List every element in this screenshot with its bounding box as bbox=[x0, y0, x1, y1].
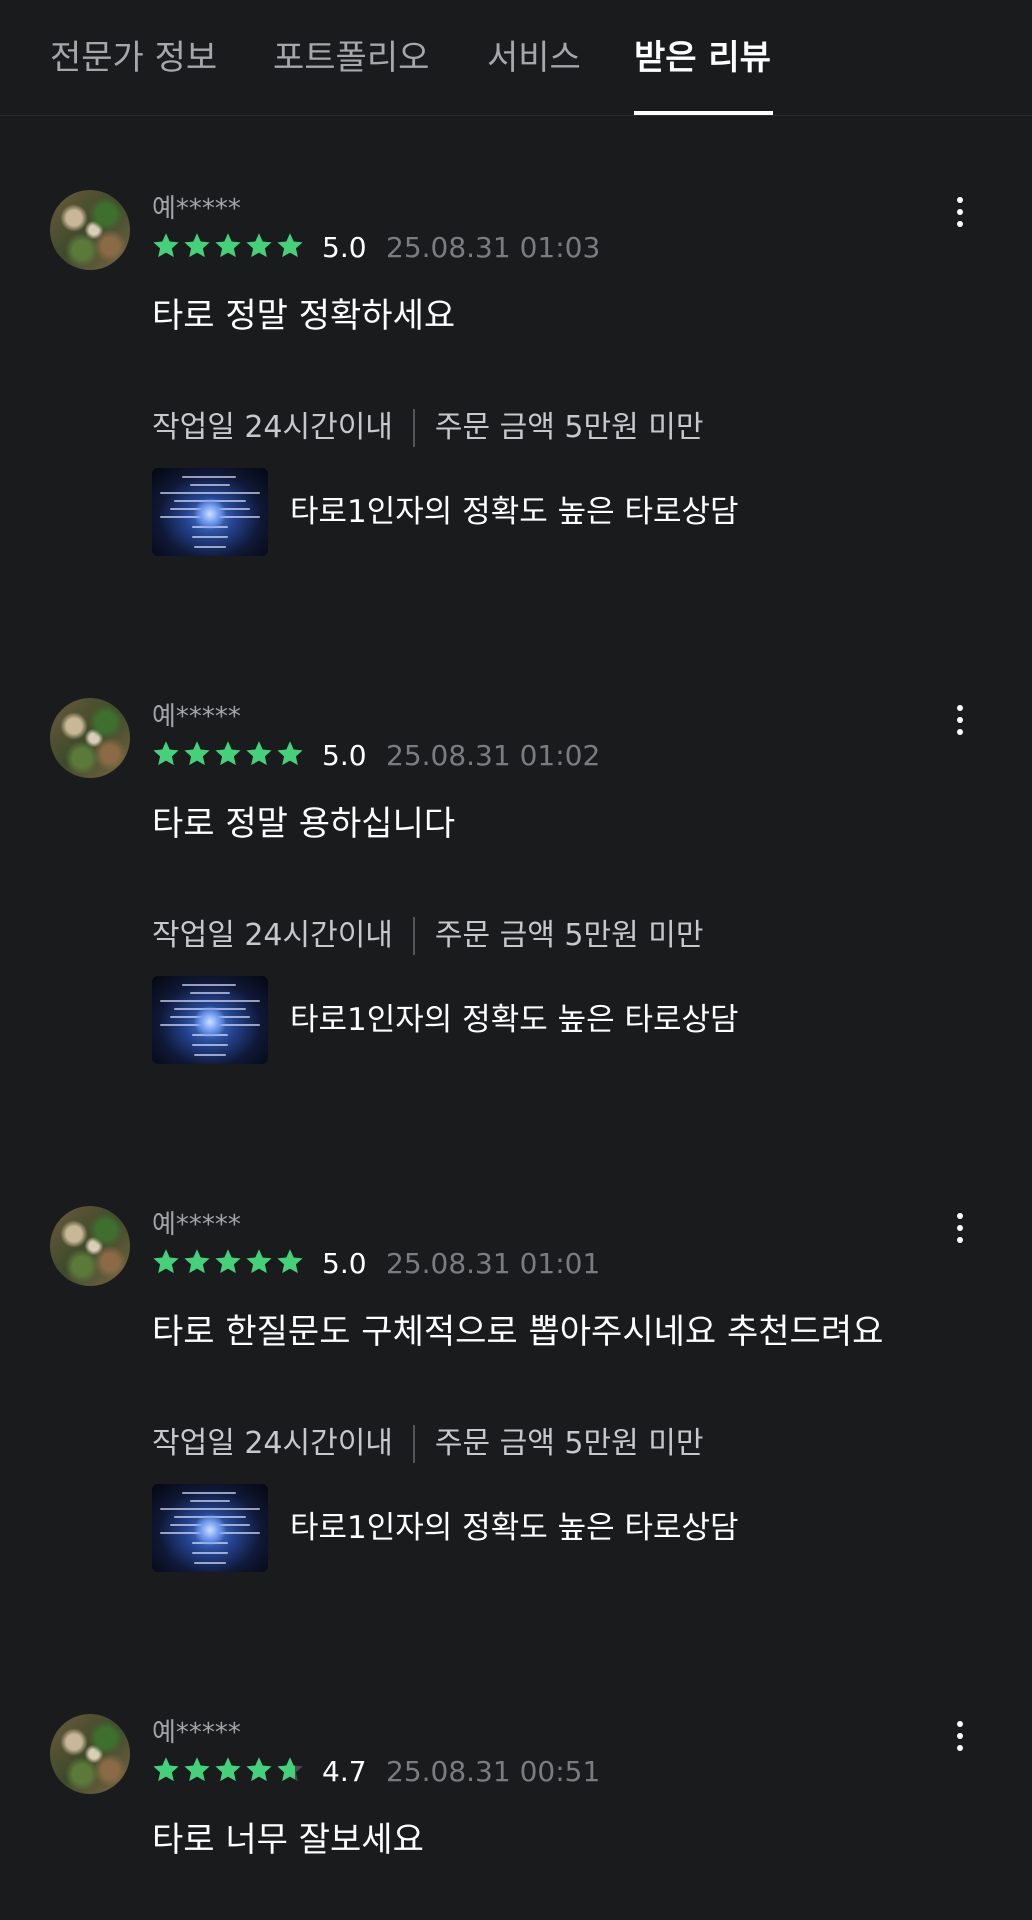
rating-value: 5.0 bbox=[322, 231, 367, 264]
review-meta: 작업일 24시간이내 주문 금액 5만원 미만 bbox=[152, 1424, 703, 1464]
reviewer-name: 예***** bbox=[152, 1718, 241, 1748]
more-options-icon[interactable] bbox=[940, 1208, 980, 1260]
star-icon bbox=[244, 1247, 274, 1277]
service-title: 타로1인자의 정확도 높은 타로상담 bbox=[290, 1002, 739, 1038]
review-date: 25.08.31 01:02 bbox=[386, 739, 601, 772]
review-meta: 작업일 24시간이내 주문 금액 5만원 미만 bbox=[152, 916, 703, 956]
review-date: 25.08.31 01:03 bbox=[386, 231, 601, 264]
avatar[interactable] bbox=[50, 698, 130, 778]
star-icon bbox=[275, 231, 305, 261]
more-options-icon[interactable] bbox=[940, 192, 980, 244]
more-options-icon[interactable] bbox=[940, 700, 980, 752]
review-content: 타로 정말 용하십니다 bbox=[152, 804, 456, 844]
avatar[interactable] bbox=[50, 190, 130, 270]
star-icon bbox=[213, 739, 243, 769]
review-item: 예***** 4.7 25.08.31 00:51 타로 너무 잘보세요 bbox=[0, 1684, 1032, 1920]
star-icon bbox=[244, 739, 274, 769]
tab-services[interactable]: 서비스 bbox=[487, 36, 581, 80]
work-period: 작업일 24시간이내 bbox=[152, 410, 393, 445]
service-thumbnail bbox=[152, 1484, 268, 1572]
service-link[interactable]: 타로1인자의 정확도 높은 타로상담 bbox=[152, 1484, 792, 1572]
meta-divider bbox=[412, 1425, 415, 1463]
review-item: 예***** 5.0 25.08.31 01:03 타로 정말 정확하세요 작업… bbox=[0, 160, 1032, 660]
service-thumbnail bbox=[152, 468, 268, 556]
tab-bar: 전문가 정보 포트폴리오 서비스 받은 리뷰 bbox=[0, 0, 1032, 116]
star-icon bbox=[213, 231, 243, 261]
review-item: 예***** 5.0 25.08.31 01:02 타로 정말 용하십니다 작업… bbox=[0, 668, 1032, 1168]
rating-value: 4.7 bbox=[322, 1755, 367, 1788]
star-icon bbox=[182, 1247, 212, 1277]
star-icon bbox=[244, 1755, 274, 1785]
order-amount: 주문 금액 5만원 미만 bbox=[434, 410, 704, 445]
star-icon bbox=[151, 1755, 181, 1785]
star-icon bbox=[182, 1755, 212, 1785]
meta-divider bbox=[412, 917, 415, 955]
reviewer-name: 예***** bbox=[152, 1210, 241, 1240]
star-icon bbox=[182, 739, 212, 769]
work-period: 작업일 24시간이내 bbox=[152, 918, 393, 953]
review-content: 타로 너무 잘보세요 bbox=[152, 1820, 424, 1860]
rating-value: 5.0 bbox=[322, 739, 367, 772]
service-thumbnail bbox=[152, 976, 268, 1064]
star-rating bbox=[151, 1246, 306, 1278]
reviewer-name: 예***** bbox=[152, 194, 241, 224]
tab-received-reviews[interactable]: 받은 리뷰 bbox=[634, 36, 771, 80]
tab-expert-info[interactable]: 전문가 정보 bbox=[50, 36, 217, 80]
star-icon bbox=[275, 1247, 305, 1277]
review-date: 25.08.31 01:01 bbox=[386, 1247, 601, 1280]
rating-value: 5.0 bbox=[322, 1247, 367, 1280]
review-content: 타로 정말 정확하세요 bbox=[152, 296, 456, 336]
star-icon bbox=[275, 739, 305, 769]
work-period: 작업일 24시간이내 bbox=[152, 1426, 393, 1461]
star-icon bbox=[182, 231, 212, 261]
star-icon bbox=[151, 1247, 181, 1277]
order-amount: 주문 금액 5만원 미만 bbox=[434, 918, 704, 953]
avatar[interactable] bbox=[50, 1206, 130, 1286]
tab-portfolio[interactable]: 포트폴리오 bbox=[273, 36, 429, 80]
review-item: 예***** 5.0 25.08.31 01:01 타로 한질문도 구체적으로 … bbox=[0, 1176, 1032, 1676]
star-rating bbox=[151, 1754, 306, 1786]
service-link[interactable]: 타로1인자의 정확도 높은 타로상담 bbox=[152, 468, 792, 556]
service-title: 타로1인자의 정확도 높은 타로상담 bbox=[290, 494, 739, 530]
order-amount: 주문 금액 5만원 미만 bbox=[434, 1426, 704, 1461]
star-icon bbox=[151, 231, 181, 261]
active-tab-indicator bbox=[634, 111, 773, 115]
star-rating bbox=[151, 738, 306, 770]
star-icon bbox=[213, 1247, 243, 1277]
star-icon bbox=[213, 1755, 243, 1785]
service-link[interactable]: 타로1인자의 정확도 높은 타로상담 bbox=[152, 976, 792, 1064]
more-options-icon[interactable] bbox=[940, 1716, 980, 1768]
service-title: 타로1인자의 정확도 높은 타로상담 bbox=[290, 1510, 739, 1546]
meta-divider bbox=[412, 409, 415, 447]
review-date: 25.08.31 00:51 bbox=[386, 1755, 601, 1788]
review-content: 타로 한질문도 구체적으로 뽑아주시네요 추천드려요 bbox=[152, 1312, 884, 1352]
star-icon bbox=[151, 739, 181, 769]
avatar[interactable] bbox=[50, 1714, 130, 1794]
reviewer-name: 예***** bbox=[152, 702, 241, 732]
review-meta: 작업일 24시간이내 주문 금액 5만원 미만 bbox=[152, 408, 703, 448]
star-icon bbox=[275, 1755, 305, 1785]
star-icon bbox=[244, 231, 274, 261]
star-rating bbox=[151, 230, 306, 262]
